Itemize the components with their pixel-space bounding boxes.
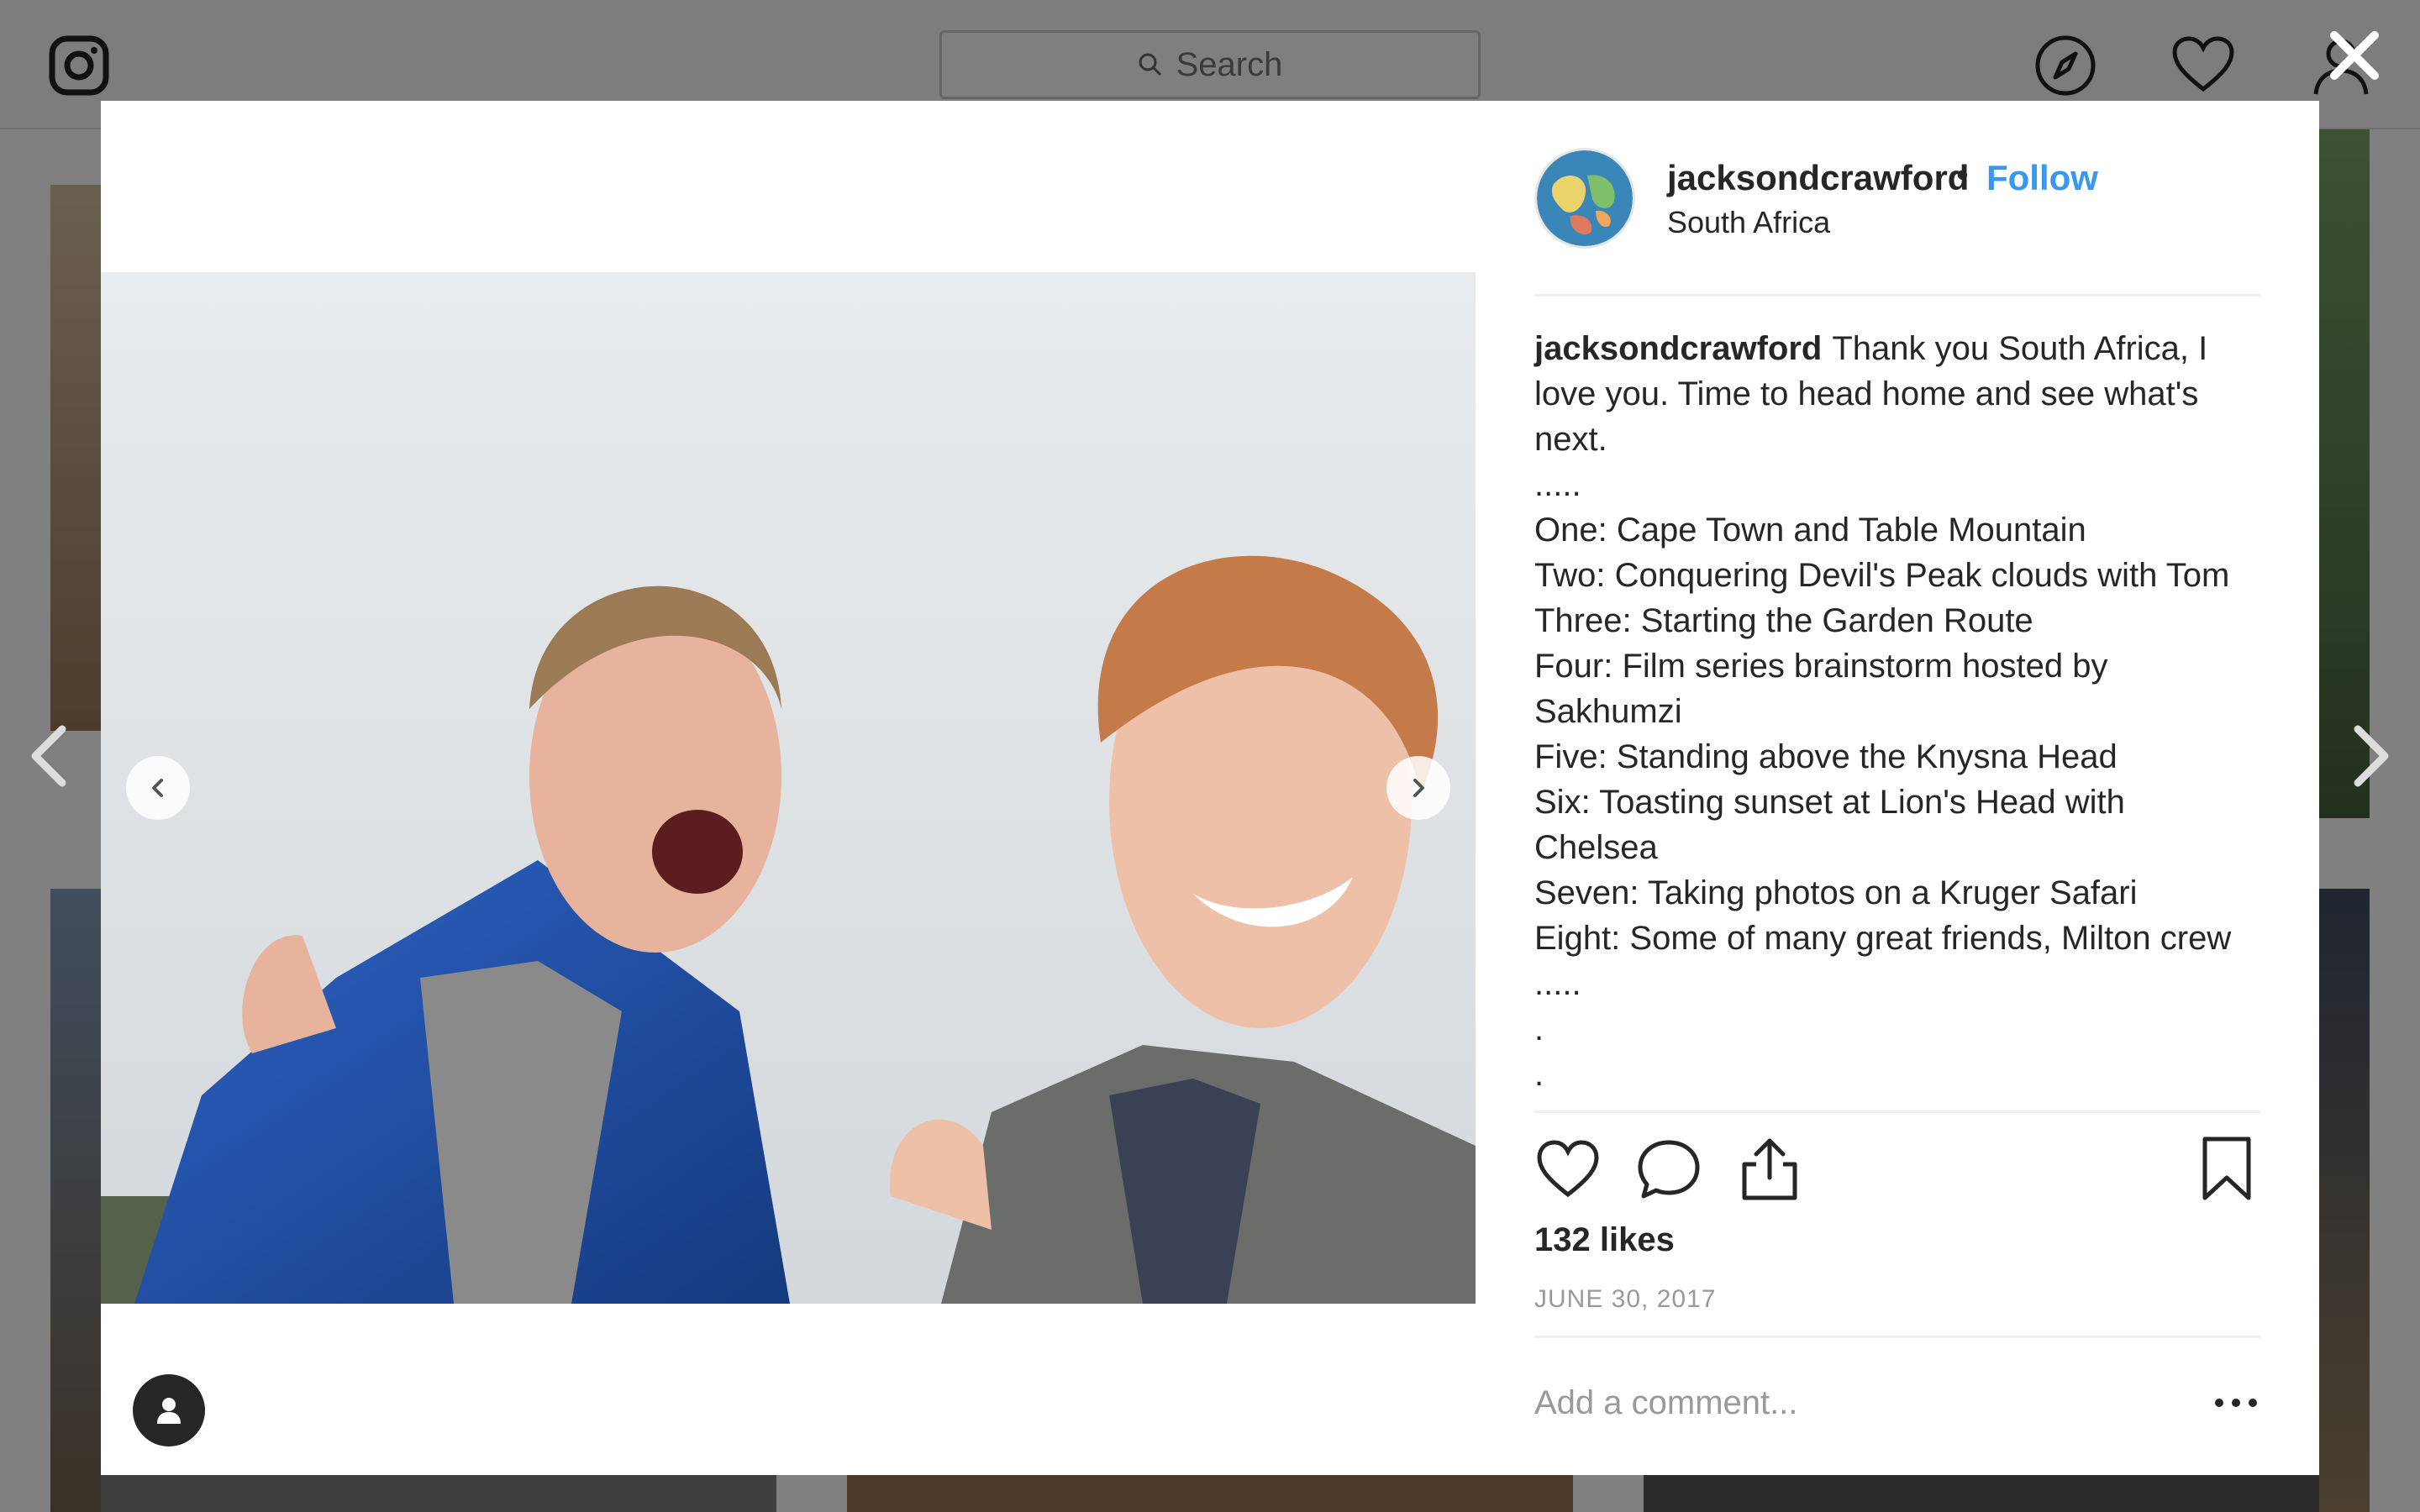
chevron-right-icon bbox=[1413, 779, 1424, 797]
search-placeholder: Search bbox=[1176, 45, 1283, 83]
carousel-next-button[interactable] bbox=[1386, 756, 1450, 820]
next-post-arrow-icon[interactable] bbox=[2344, 722, 2395, 790]
post-date[interactable]: JUNE 30, 2017 bbox=[1534, 1285, 1716, 1314]
chevron-left-icon bbox=[152, 779, 163, 797]
caption-line: Seven: Taking photos on a Kruger Safari bbox=[1534, 874, 2138, 911]
caption-line: Six: Toasting sunset at Lion's Head with bbox=[1534, 784, 2125, 821]
actions-divider bbox=[1534, 1110, 2260, 1113]
follow-button[interactable]: Follow bbox=[1986, 158, 2098, 198]
caption-line: . bbox=[1534, 1011, 1544, 1047]
caption-line: Two: Conquering Devil's Peak clouds with… bbox=[1534, 557, 2230, 594]
comment-divider bbox=[1534, 1336, 2260, 1338]
caption-line: . bbox=[1534, 1056, 1544, 1093]
search-icon bbox=[1139, 53, 1161, 76]
heart-icon[interactable] bbox=[2171, 34, 2235, 97]
caption-line: ..... bbox=[1534, 466, 1581, 503]
tagged-people-button[interactable] bbox=[133, 1374, 205, 1446]
caption-line: Sakhumzi bbox=[1534, 693, 1682, 730]
caption-line: Chelsea bbox=[1534, 829, 1658, 866]
share-icon[interactable] bbox=[1736, 1136, 1803, 1203]
comment-bubble-icon[interactable] bbox=[1635, 1136, 1702, 1203]
more-options-icon[interactable] bbox=[2212, 1386, 2260, 1420]
caption-line: One: Cape Town and Table Mountain bbox=[1534, 512, 2086, 549]
separator-dot: • bbox=[1956, 155, 1969, 194]
add-comment-input[interactable]: Add a comment... bbox=[1534, 1384, 1797, 1422]
background-post-tile[interactable] bbox=[1644, 1475, 2319, 1512]
caption-line: jacksondcrawford Thank you South Africa, … bbox=[1534, 330, 2208, 367]
caption-line: Four: Film series brainstorm hosted by bbox=[1534, 648, 2108, 685]
instagram-logo-icon[interactable] bbox=[49, 35, 109, 96]
background-post-tile[interactable] bbox=[101, 1475, 776, 1512]
background-post-tile[interactable] bbox=[847, 1475, 1573, 1512]
bookmark-icon[interactable] bbox=[2193, 1136, 2260, 1203]
previous-post-arrow-icon[interactable] bbox=[25, 722, 76, 790]
post-caption: jacksondcrawford Thank you South Africa, … bbox=[1534, 326, 2260, 1097]
carousel-previous-button[interactable] bbox=[126, 756, 190, 820]
caption-line: Three: Starting the Garden Route bbox=[1534, 602, 2033, 639]
search-input[interactable]: Search bbox=[939, 30, 1481, 99]
background-post-tile[interactable] bbox=[2319, 129, 2370, 818]
post-location[interactable]: South Africa bbox=[1667, 205, 1830, 240]
close-icon[interactable] bbox=[2324, 25, 2385, 86]
post-author-username[interactable]: jacksondcrawford bbox=[1667, 158, 1969, 198]
post-details-panel: jacksondcrawford • Follow South Africa j… bbox=[1534, 101, 2260, 1475]
likes-count[interactable]: 132 likes bbox=[1534, 1221, 1675, 1259]
caption-line: Five: Standing above the Knysna Head bbox=[1534, 738, 2118, 775]
caption-line: Eight: Some of many great friends, Milto… bbox=[1534, 920, 2232, 957]
post-header: jacksondcrawford • Follow South Africa bbox=[1534, 148, 2260, 249]
background-post-tile[interactable] bbox=[50, 889, 101, 1512]
caption-line: love you. Time to head home and see what… bbox=[1534, 375, 2199, 412]
avatar[interactable] bbox=[1534, 148, 1635, 249]
globe-avatar-icon bbox=[1537, 150, 1633, 246]
person-icon bbox=[157, 1398, 181, 1424]
like-heart-icon[interactable] bbox=[1534, 1136, 1602, 1203]
caption-line: next. bbox=[1534, 421, 1607, 458]
post-media-area bbox=[101, 101, 1476, 1475]
post-actions bbox=[1534, 1136, 2260, 1208]
post-modal: jacksondcrawford • Follow South Africa j… bbox=[101, 101, 2319, 1475]
background-post-tile[interactable] bbox=[50, 185, 101, 731]
caption-line: ..... bbox=[1534, 965, 1581, 1002]
header-divider bbox=[1534, 294, 2260, 297]
compass-icon[interactable] bbox=[2033, 34, 2097, 97]
post-photo[interactable] bbox=[101, 272, 1476, 1304]
background-post-tile[interactable] bbox=[2319, 889, 2370, 1512]
caption-username[interactable]: jacksondcrawford bbox=[1534, 330, 1822, 367]
selfie-photo-illustration bbox=[101, 272, 1476, 1304]
